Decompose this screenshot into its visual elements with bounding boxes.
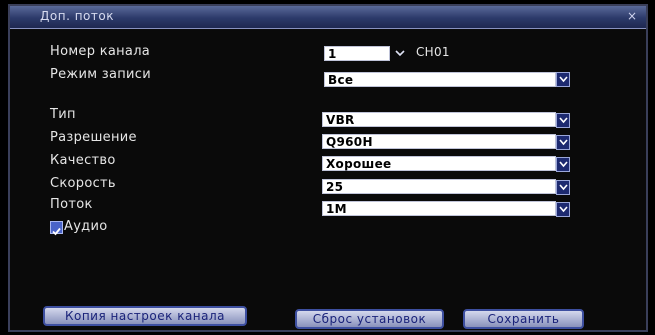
chevron-down-icon[interactable] [556, 180, 570, 195]
resolution-select[interactable]: Q960H [322, 134, 556, 149]
channel-name: CH01 [416, 45, 450, 59]
title-bar: Доп. поток × [10, 6, 646, 29]
chevron-down-icon[interactable] [556, 113, 570, 128]
quality-value: Хорошее [326, 157, 392, 171]
reset-button[interactable]: Сброс установок [295, 309, 444, 329]
type-label: Тип [50, 107, 76, 122]
bitrate-select[interactable]: 1M [322, 201, 556, 216]
quality-label: Качество [50, 153, 116, 168]
copy-settings-button[interactable]: Копия настроек канала [43, 306, 247, 326]
channel-select[interactable]: 1 [324, 46, 390, 61]
channel-value: 1 [328, 47, 337, 61]
checkmark-icon [52, 227, 61, 236]
window-title: Доп. поток [40, 9, 114, 23]
audio-label: Аудио [64, 219, 108, 234]
speed-label: Скорость [50, 176, 116, 191]
bitrate-label: Поток [50, 197, 93, 212]
record-mode-label: Режим записи [50, 67, 151, 82]
bitrate-value: 1M [326, 202, 347, 216]
speed-value: 25 [326, 180, 344, 194]
close-icon[interactable]: × [624, 8, 640, 24]
record-mode-select[interactable]: Все [324, 72, 556, 87]
chevron-down-icon[interactable] [394, 45, 406, 59]
channel-label: Номер канала [50, 44, 151, 59]
chevron-down-icon[interactable] [556, 157, 570, 172]
chevron-down-icon[interactable] [556, 202, 570, 217]
resolution-value: Q960H [326, 135, 373, 149]
type-select[interactable]: VBR [322, 112, 556, 127]
record-mode-value: Все [328, 73, 354, 87]
speed-select[interactable]: 25 [322, 179, 556, 194]
type-value: VBR [326, 113, 355, 127]
dialog-window: Доп. поток × Номер канала 1 CH01 Режим з… [8, 4, 648, 332]
resolution-label: Разрешение [50, 130, 137, 145]
save-button[interactable]: Сохранить [463, 309, 584, 329]
audio-checkbox[interactable] [50, 221, 63, 236]
chevron-down-icon[interactable] [556, 135, 570, 150]
chevron-down-icon[interactable] [556, 72, 570, 87]
quality-select[interactable]: Хорошее [322, 156, 556, 171]
